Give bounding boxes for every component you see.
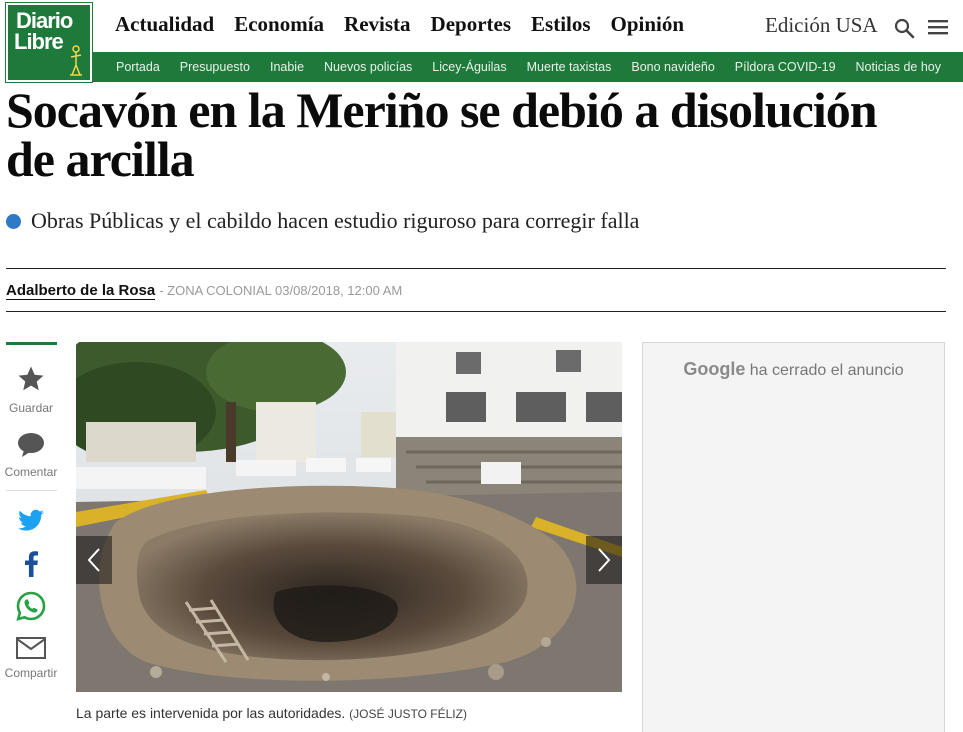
- article-meta: - ZONA COLONIAL 03/08/2018, 12:00 AM: [159, 283, 403, 298]
- subtitle-text: Obras Públicas y el cabildo hacen estudi…: [31, 208, 640, 233]
- whatsapp-share-button[interactable]: [0, 591, 62, 626]
- photo-credit: (JOSÉ JUSTO FÉLIZ): [349, 707, 467, 721]
- photo-prev-button[interactable]: [76, 536, 112, 584]
- nav-item-opinion[interactable]: Opinión: [611, 12, 685, 37]
- nav-item-actualidad[interactable]: Actualidad: [115, 12, 214, 37]
- divider-top: [6, 268, 946, 269]
- sidebar-accent-rule: [6, 342, 57, 345]
- search-icon[interactable]: [893, 17, 915, 39]
- trending-topics-bar: Portada Presupuesto Inabie Nuevos policí…: [92, 52, 963, 82]
- chevron-right-icon: [598, 548, 611, 572]
- topic-link-muerte-taxistas[interactable]: Muerte taxistas: [527, 60, 612, 74]
- chevron-left-icon: [87, 548, 100, 572]
- topic-link-pildora-covid[interactable]: Píldora COVID-19: [735, 60, 836, 74]
- comment-button[interactable]: Comentar: [0, 432, 62, 479]
- sinkhole-photo-illustration: [76, 342, 622, 692]
- article-photo: [76, 342, 622, 692]
- article-headline: Socavón en la Meriño se debió a disoluci…: [6, 85, 956, 187]
- ad-slot: Google ha cerrado el anuncio: [642, 342, 945, 732]
- nav-item-economia[interactable]: Economía: [234, 12, 324, 37]
- photo-caption: La parte es intervenida por las autorida…: [76, 705, 467, 721]
- sidebar-divider: [6, 490, 57, 491]
- comment-label: Comentar: [4, 465, 58, 479]
- caption-text: La parte es intervenida por las autorida…: [76, 705, 346, 721]
- facebook-icon: [25, 551, 38, 577]
- topic-link-licey-aguilas[interactable]: Licey-Águilas: [432, 60, 506, 74]
- facebook-share-button[interactable]: [0, 551, 62, 582]
- topic-link-presupuesto[interactable]: Presupuesto: [180, 60, 250, 74]
- site-logo[interactable]: Diario Libre: [5, 2, 93, 83]
- topic-link-portada[interactable]: Portada: [116, 60, 160, 74]
- topic-link-inabie[interactable]: Inabie: [270, 60, 304, 74]
- ad-closed-message: Google ha cerrado el anuncio: [643, 359, 944, 380]
- photo-next-button[interactable]: [586, 536, 622, 584]
- save-label: Guardar: [8, 401, 54, 415]
- logo-text-line2: Libre: [14, 29, 64, 54]
- nav-item-estilos[interactable]: Estilos: [531, 12, 591, 37]
- ad-closed-text: ha cerrado el anuncio: [749, 362, 904, 379]
- share-label: Compartir: [4, 666, 58, 680]
- save-button[interactable]: Guardar: [0, 364, 62, 415]
- byline: Adalberto de la Rosa - ZONA COLONIAL 03/…: [6, 282, 402, 300]
- topic-link-noticias-de-hoy[interactable]: Noticias de hoy: [856, 60, 941, 74]
- nav-item-revista[interactable]: Revista: [344, 12, 411, 37]
- article-subtitle: Obras Públicas y el cabildo hacen estudi…: [6, 208, 639, 234]
- whatsapp-icon: [16, 591, 46, 621]
- twitter-icon: [18, 509, 44, 531]
- topic-link-bono-navideno[interactable]: Bono navideño: [631, 60, 714, 74]
- main-nav: Actualidad Economía Revista Deportes Est…: [115, 12, 684, 37]
- email-share-button[interactable]: Compartir: [0, 637, 62, 680]
- topic-link-nuevos-policias[interactable]: Nuevos policías: [324, 60, 412, 74]
- google-logo-text: Google: [683, 359, 746, 379]
- twitter-share-button[interactable]: [0, 509, 62, 538]
- hamburger-menu-icon[interactable]: [928, 18, 948, 36]
- author-link[interactable]: Adalberto de la Rosa: [6, 282, 156, 300]
- divider-bottom: [6, 311, 946, 312]
- nav-item-deportes[interactable]: Deportes: [431, 12, 511, 37]
- logo-mascot-icon: [70, 45, 82, 76]
- headline-line-1: Socavón en la Meriño se debió a disoluci…: [6, 82, 878, 138]
- headline-line-2: de arcilla: [6, 131, 195, 187]
- edition-selector[interactable]: Edición USA: [765, 13, 878, 38]
- bullet-dot-icon: [6, 213, 21, 229]
- star-icon: [18, 366, 44, 391]
- comment-bubble-icon: [18, 433, 44, 457]
- envelope-icon: [16, 637, 46, 659]
